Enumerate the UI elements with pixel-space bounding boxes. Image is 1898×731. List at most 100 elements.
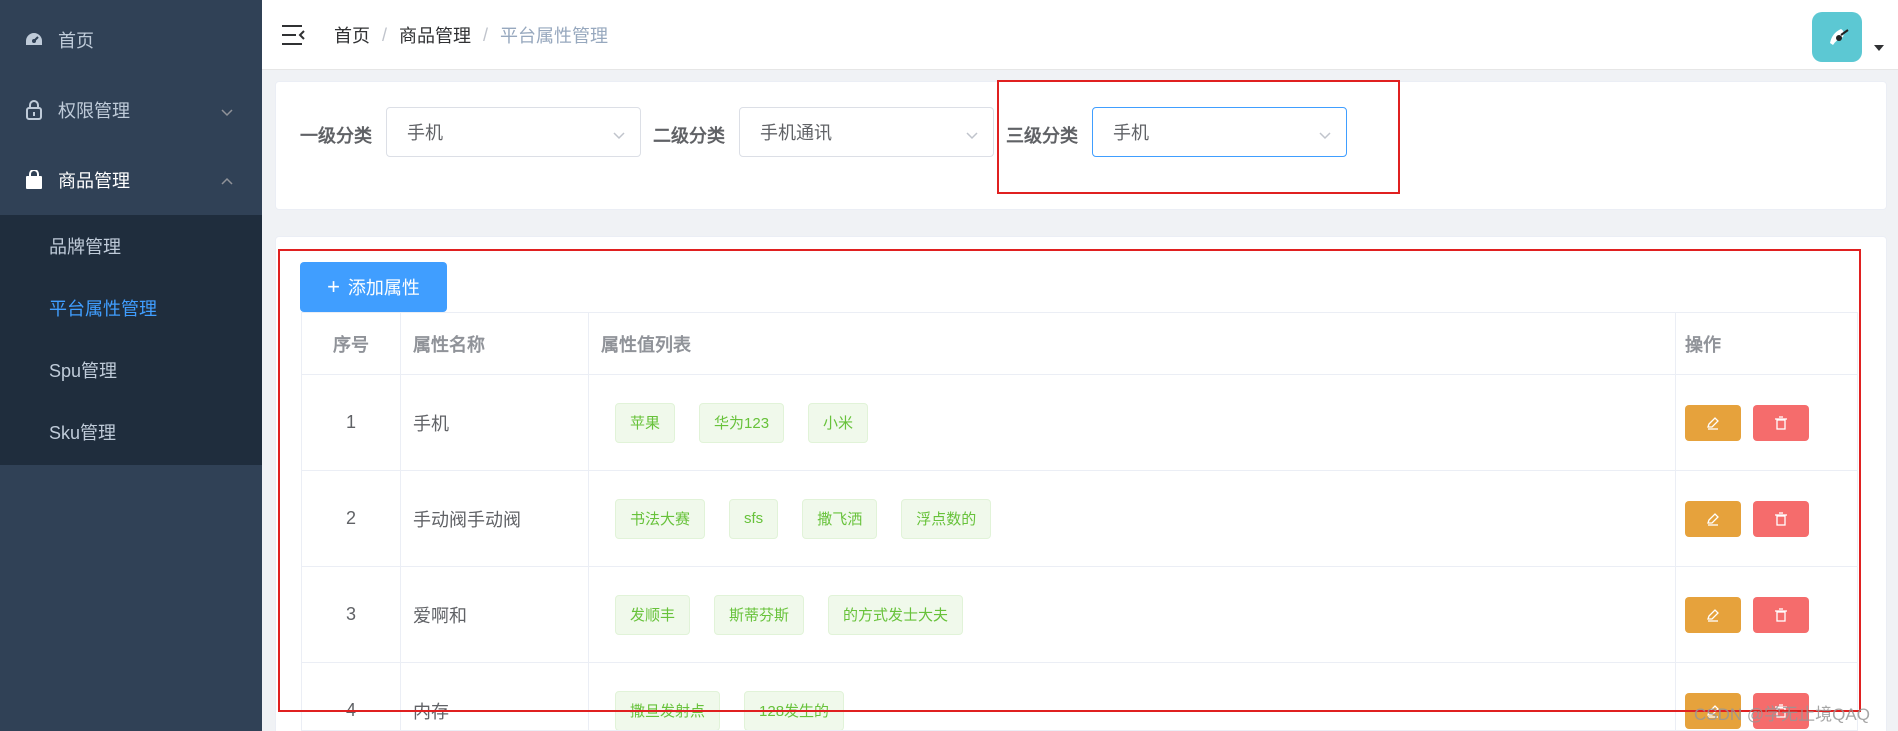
cell-actions [1676, 471, 1857, 566]
sidebar-item-label: Spu管理 [49, 361, 118, 381]
delete-button[interactable] [1753, 404, 1809, 441]
attribute-value-tag: 华为123 [699, 402, 785, 443]
sidebar-item-spu[interactable]: Spu管理 [0, 339, 262, 401]
sidebar-item-label: Sku管理 [49, 423, 117, 443]
hamburger-menu-icon[interactable] [282, 24, 306, 46]
trash-icon [1775, 511, 1787, 526]
lock-icon [24, 100, 44, 120]
add-attribute-label: 添加属性 [347, 278, 420, 298]
chevron-down-icon [1318, 126, 1332, 140]
row-index: 2 [345, 508, 356, 528]
header-actions: 操作 [1685, 334, 1721, 355]
cell-index: 3 [302, 567, 401, 662]
row-index: 4 [345, 700, 356, 720]
cell-actions [1676, 375, 1857, 470]
chevron-up-icon [220, 173, 234, 187]
sidebar-item-sku[interactable]: Sku管理 [0, 401, 262, 463]
cell-index: 2 [302, 471, 401, 566]
attribute-value-tag: sfs [729, 498, 779, 539]
cell-name: 爱啊和 [401, 567, 589, 662]
attribute-value-tag: 书法大赛 [615, 498, 706, 539]
table-row: 4 内存 撒旦发射点 128发生的 [302, 663, 1857, 730]
table-row: 2 手动阀手动阀 书法大赛 sfs 撒飞洒 浮点数的 [302, 471, 1857, 567]
cell-index: 4 [302, 663, 401, 730]
sidebar-item-label: 品牌管理 [49, 237, 121, 257]
delete-button[interactable] [1753, 500, 1809, 537]
attribute-value-tag: 128发生的 [744, 690, 845, 730]
select-value: 手机 [1113, 123, 1149, 143]
row-index: 1 [345, 412, 356, 432]
attribute-value-tag: 撒旦发射点 [615, 690, 721, 730]
category-filter-card: 一级分类 手机 二级分类 手机通讯 三级分类 手机 [275, 81, 1887, 210]
plus-icon: + [327, 274, 340, 299]
edit-button[interactable] [1685, 500, 1741, 537]
chevron-down-icon [220, 103, 234, 117]
cell-name: 手动阀手动阀 [401, 471, 589, 566]
category-select-level3[interactable]: 手机 [1092, 107, 1347, 157]
breadcrumb-products[interactable]: 商品管理 [399, 22, 471, 48]
table-header: 序号 属性名称 属性值列表 操作 [302, 313, 1857, 375]
breadcrumb-current: 平台属性管理 [500, 26, 609, 46]
sidebar-item-home[interactable]: 首页 [0, 5, 262, 75]
filter-label-level1: 一级分类 [300, 126, 372, 146]
edit-button[interactable] [1685, 404, 1741, 441]
filter-label-level2: 二级分类 [653, 126, 725, 146]
sidebar-item-label: 权限管理 [58, 101, 130, 121]
cell-name: 内存 [401, 663, 589, 730]
header-cell: 属性名称 [401, 313, 589, 374]
watermark: CSDN @学无止境QAQ [1694, 705, 1870, 724]
sidebar-item-permissions[interactable]: 权限管理 [0, 75, 262, 145]
select-value: 手机通讯 [760, 123, 832, 143]
breadcrumb: 首页 / 商品管理 / 平台属性管理 [334, 22, 608, 48]
select-value: 手机 [407, 123, 443, 143]
category-select-level2[interactable]: 手机通讯 [739, 107, 994, 157]
header-cell: 属性值列表 [589, 313, 1676, 374]
cell-index: 1 [302, 375, 401, 470]
table-row: 1 手机 苹果 华为123 小米 [302, 375, 1857, 471]
cell-values: 书法大赛 sfs 撒飞洒 浮点数的 [589, 471, 1676, 566]
avatar-image-icon [1830, 29, 1849, 45]
edit-icon [1707, 416, 1719, 430]
attribute-value-tag: 浮点数的 [901, 498, 992, 539]
delete-button[interactable] [1753, 596, 1809, 633]
category-select-level1[interactable]: 手机 [386, 107, 641, 157]
dashboard-icon [24, 30, 44, 50]
sidebar-item-brand[interactable]: 品牌管理 [0, 215, 262, 277]
chevron-down-icon [965, 126, 979, 140]
sidebar-item-label: 平台属性管理 [49, 299, 157, 319]
avatar[interactable] [1812, 12, 1862, 62]
sidebar-item-products[interactable]: 商品管理 [0, 145, 262, 215]
attribute-value-tag: 撒飞洒 [802, 498, 878, 539]
attribute-name: 手机 [413, 413, 449, 434]
caret-down-icon[interactable] [1874, 45, 1884, 51]
attribute-name: 内存 [413, 701, 449, 722]
cell-name: 手机 [401, 375, 589, 470]
edit-icon [1707, 608, 1719, 622]
shopping-bag-icon [24, 170, 44, 190]
edit-button[interactable] [1685, 596, 1741, 633]
cell-actions [1676, 567, 1857, 662]
attribute-value-tag: 发顺丰 [615, 594, 691, 635]
cell-values: 撒旦发射点 128发生的 [589, 663, 1676, 730]
chevron-down-icon [612, 126, 626, 140]
attribute-value-tag: 苹果 [615, 402, 676, 443]
breadcrumb-separator: / [382, 24, 388, 45]
attribute-value-tag: 斯蒂芬斯 [714, 594, 805, 635]
breadcrumb-separator: / [483, 24, 489, 45]
attribute-name: 爱啊和 [413, 605, 467, 626]
header-cell: 操作 [1676, 313, 1857, 374]
trash-icon [1775, 415, 1787, 430]
row-index: 3 [345, 604, 356, 624]
submenu-products: 品牌管理 平台属性管理 Spu管理 Sku管理 [0, 215, 262, 465]
navbar: 首页 / 商品管理 / 平台属性管理 [262, 0, 1898, 70]
filter-label-level3: 三级分类 [1006, 126, 1078, 146]
attribute-name: 手动阀手动阀 [413, 509, 521, 530]
sidebar-item-label: 商品管理 [58, 171, 130, 191]
sidebar-item-attributes[interactable]: 平台属性管理 [0, 277, 262, 339]
header-index: 序号 [333, 334, 369, 355]
breadcrumb-home[interactable]: 首页 [334, 22, 370, 48]
sidebar: 首页 权限管理 商品管理 品牌管理 平台属性管理 Spu管理 Sku管理 [0, 0, 262, 731]
trash-icon [1775, 607, 1787, 622]
add-attribute-button[interactable]: + 添加属性 [300, 262, 447, 312]
header-name: 属性名称 [413, 334, 485, 355]
